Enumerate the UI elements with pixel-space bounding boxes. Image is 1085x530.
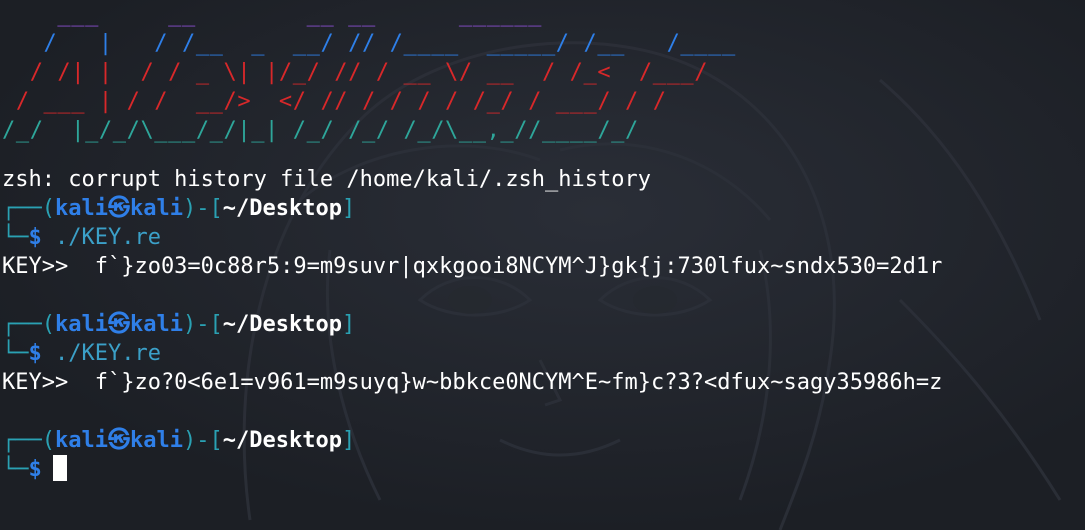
prompt-at-symbol: ㉿ <box>107 312 130 337</box>
banner-line-3: / /| | / / _ \| |/_/ // / __ \/ __ / /_<… <box>2 60 709 85</box>
command-text: ./KEY.re <box>55 225 161 250</box>
text-cursor[interactable] <box>52 455 67 481</box>
prompt-user: kali <box>55 196 108 221</box>
prompt-frame-bottom: └─ <box>2 341 29 366</box>
command-output-2: KEY>> f`}zo?0<6e1=v961=m9suyq}w~bbkce0NC… <box>2 370 943 395</box>
prompt-frame-top: ┌── <box>2 196 42 221</box>
terminal-window[interactable]: ___ __ __ __ ______ / | / /__ _ __/ // /… <box>0 0 1085 530</box>
prompt-frame-top: ┌── <box>2 428 42 453</box>
prompt-header-2: ┌──(kali㉿kali)-[~/Desktop] <box>2 312 356 337</box>
prompt-header-1: ┌──(kali㉿kali)-[~/Desktop] <box>2 196 356 221</box>
prompt-user: kali <box>55 428 108 453</box>
banner-line-4: / ___ | / / __/> </ // / / / / /_/ / ___… <box>2 89 667 114</box>
prompt-host: kali <box>130 312 183 337</box>
active-command-line[interactable]: └─$ <box>2 455 67 484</box>
prompt-path: ~/Desktop <box>222 428 342 453</box>
ascii-art-banner: ___ __ __ __ ______ / | / /__ _ __/ // /… <box>2 0 736 145</box>
prompt-at-symbol: ㉿ <box>107 196 130 221</box>
prompt-path: ~/Desktop <box>222 196 342 221</box>
banner-line-1: ___ __ __ __ ______ <box>2 2 542 27</box>
prompt-host: kali <box>130 196 183 221</box>
prompt-frame-bottom: └─ <box>2 457 29 482</box>
prompt-frame-bottom: └─ <box>2 225 29 250</box>
command-output-1: KEY>> f`}zo03=0c88r5:9=m9suvr|qxkgooi8NC… <box>2 254 943 279</box>
prompt-symbol: $ <box>28 225 42 250</box>
command-line-1: └─$ ./KEY.re <box>2 223 161 252</box>
banner-line-2: / | / /__ _ __/ // /____ _____/ /__ /___… <box>2 31 736 56</box>
zsh-error-message: zsh: corrupt history file /home/kali/.zs… <box>2 167 652 192</box>
prompt-header-3: ┌──(kali㉿kali)-[~/Desktop] <box>2 428 356 453</box>
prompt-path: ~/Desktop <box>222 312 342 337</box>
command-line-2: └─$ ./KEY.re <box>2 339 161 368</box>
prompt-user: kali <box>55 312 108 337</box>
command-text: ./KEY.re <box>55 341 161 366</box>
prompt-host: kali <box>130 428 183 453</box>
prompt-at-symbol: ㉿ <box>107 428 130 453</box>
prompt-frame-top: ┌── <box>2 312 42 337</box>
banner-line-5: /_/ |_/_/\___/_/|_| /_/ /_/ /_/\__,_//__… <box>2 118 639 143</box>
prompt-symbol: $ <box>28 341 42 366</box>
prompt-symbol: $ <box>28 457 42 482</box>
